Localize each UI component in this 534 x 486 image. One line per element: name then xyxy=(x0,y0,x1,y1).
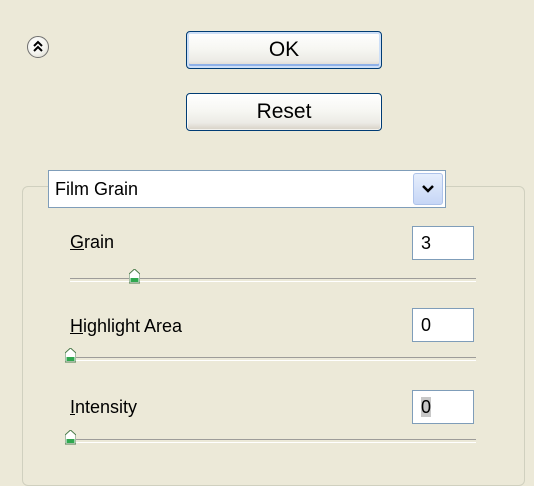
chevron-down-icon xyxy=(422,185,434,193)
filter-select-value: Film Grain xyxy=(55,179,139,199)
grain-slider-thumb[interactable] xyxy=(129,269,141,284)
intensity-slider-track[interactable] xyxy=(70,439,476,443)
filter-select[interactable]: Film Grain xyxy=(48,170,446,208)
grain-label: Grain xyxy=(70,232,115,252)
ok-button[interactable]: OK xyxy=(186,31,382,69)
highlight-area-input[interactable]: 0 xyxy=(412,308,474,342)
intensity-input[interactable]: 0 xyxy=(412,390,474,424)
grain-input[interactable]: 3 xyxy=(412,226,474,260)
double-chevron-up-icon xyxy=(33,40,43,52)
intensity-slider-thumb[interactable] xyxy=(64,430,76,445)
highlight-area-slider-thumb[interactable] xyxy=(64,348,76,363)
intensity-label: Intensity xyxy=(70,397,138,417)
reset-button[interactable]: Reset xyxy=(186,93,382,131)
highlight-area-slider-track[interactable] xyxy=(70,357,476,361)
collapse-toggle-button[interactable] xyxy=(27,36,49,58)
dropdown-arrow-button[interactable] xyxy=(413,173,443,205)
highlight-area-label: Highlight Area xyxy=(70,316,183,336)
